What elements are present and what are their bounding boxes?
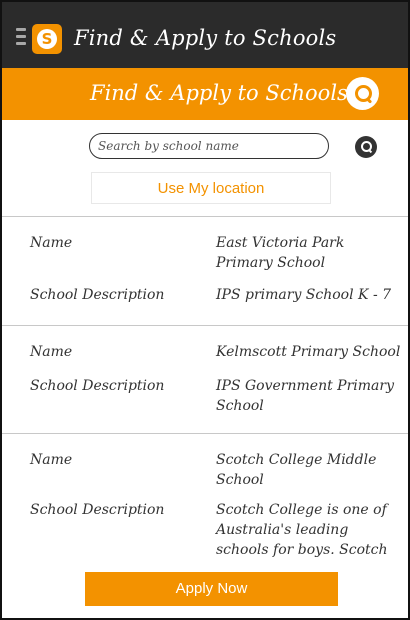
app-title: Find & Apply to Schools: [74, 26, 337, 50]
school-description: IPS Government Primary School: [216, 378, 394, 414]
description-label: School Description: [30, 378, 165, 394]
school-name: Scotch College Middle School: [216, 452, 377, 488]
app-bar: S Find & Apply to Schools: [2, 2, 408, 68]
school-name: East Victoria Park Primary School: [216, 235, 345, 271]
apply-now-button[interactable]: Apply Now: [85, 572, 338, 606]
search-input[interactable]: [89, 133, 329, 159]
app-logo-icon: S: [32, 24, 62, 54]
school-list: Name East Victoria Park Primary School S…: [2, 216, 408, 558]
page-title: Find & Apply to Schools: [90, 81, 348, 105]
hamburger-icon[interactable]: [16, 28, 26, 49]
name-label: Name: [30, 344, 73, 360]
name-label: Name: [30, 452, 73, 468]
name-label: Name: [30, 235, 73, 251]
page-header: Find & Apply to Schools: [2, 68, 408, 120]
use-my-location-button[interactable]: Use My location: [91, 172, 331, 204]
school-card[interactable]: Name East Victoria Park Primary School S…: [2, 216, 408, 319]
school-card[interactable]: Name Scotch College Middle School School…: [2, 433, 408, 558]
description-label: School Description: [30, 502, 165, 518]
app-window: S Find & Apply to Schools Find & Apply t…: [0, 0, 410, 620]
description-label: School Description: [30, 287, 165, 303]
app-logo-letter: S: [37, 29, 57, 49]
school-description: Scotch College is one of Australia's lea…: [216, 502, 388, 558]
header-search-button[interactable]: [346, 77, 379, 110]
school-name: Kelmscott Primary School: [216, 344, 401, 360]
school-description: IPS primary School K - 7: [216, 287, 392, 303]
search-button[interactable]: [355, 136, 377, 158]
school-card[interactable]: Name Kelmscott Primary School School Des…: [2, 325, 408, 427]
